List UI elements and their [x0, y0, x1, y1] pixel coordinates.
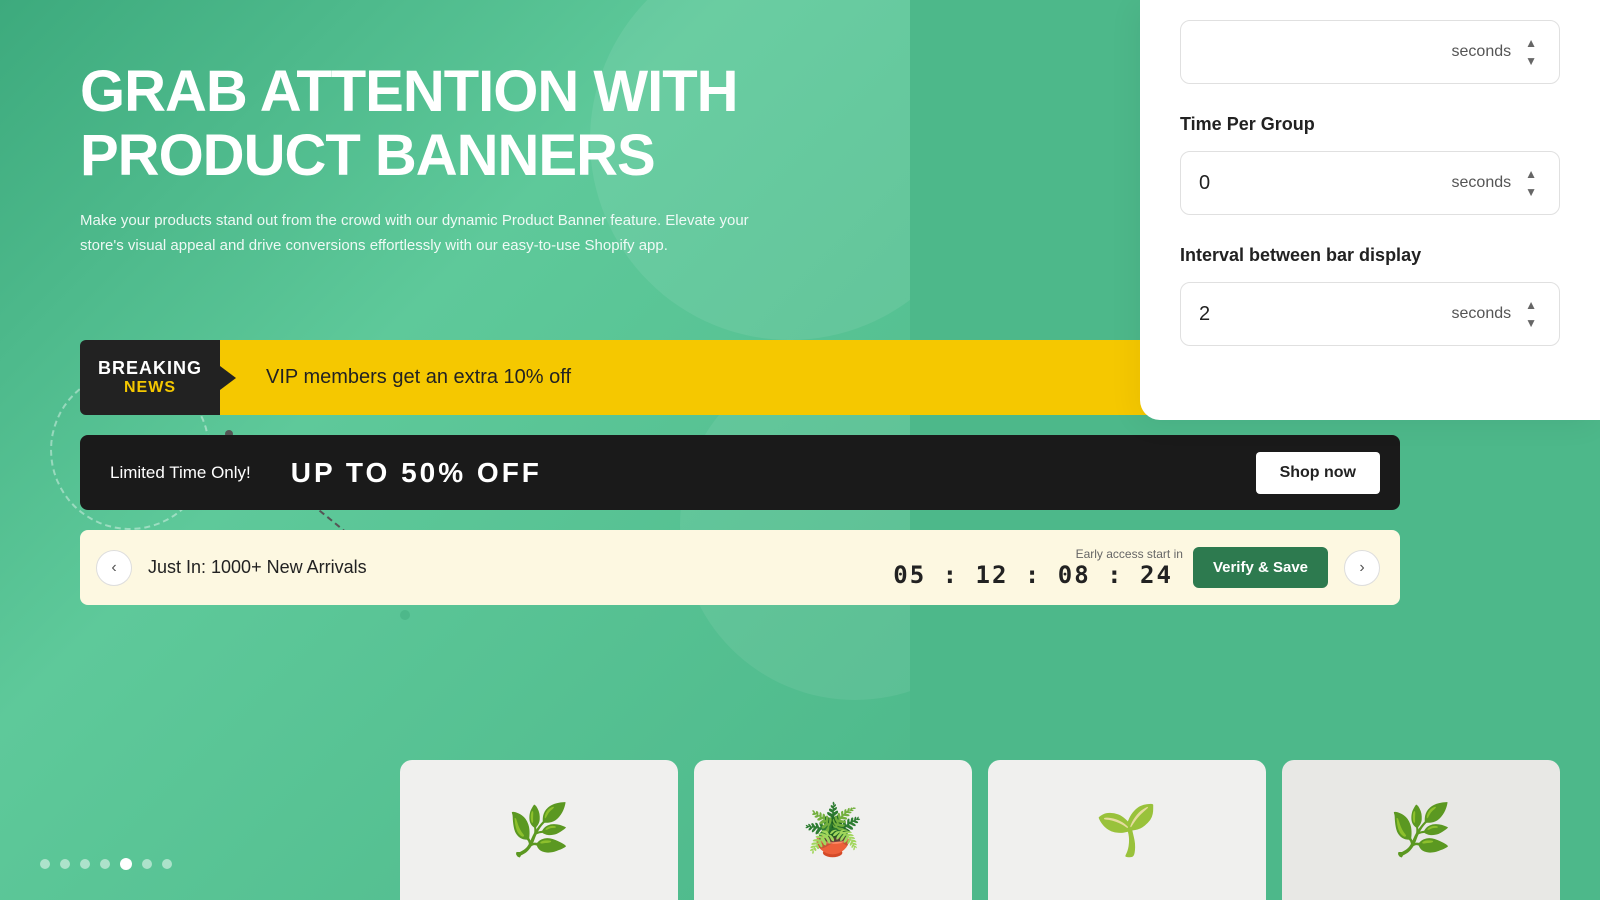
dot-1[interactable]: [40, 859, 50, 869]
shop-now-button[interactable]: Shop now: [1256, 452, 1380, 494]
arrivals-prev-button[interactable]: ‹: [96, 550, 132, 586]
time-per-group-unit: seconds: [1452, 174, 1512, 192]
interval-input-row: 2 seconds ▲ ▼: [1180, 282, 1560, 346]
interval-label: Interval between bar display: [1180, 245, 1560, 266]
dot-4[interactable]: [100, 859, 110, 869]
dot-5-active[interactable]: [120, 858, 132, 870]
sale-title: UP TO 50% OFF: [291, 457, 1256, 489]
time-per-group-spinner: ▲ ▼: [1521, 166, 1541, 200]
breaking-text: BREAKING: [98, 358, 202, 379]
plant-icon-4: 🌿: [1390, 801, 1452, 860]
hero-description: Make your products stand out from the cr…: [80, 208, 760, 259]
settings-panel: seconds ▲ ▼ Time Per Group 0 seconds ▲ ▼…: [1140, 0, 1600, 420]
time-per-group-spinner-down[interactable]: ▼: [1521, 184, 1541, 200]
interval-unit: seconds: [1452, 305, 1512, 323]
time-per-group-spinner-up[interactable]: ▲: [1521, 166, 1541, 182]
main-container: GRAB ATTENTION WITH PRODUCT BANNERS Make…: [0, 0, 1600, 900]
product-card-1: 🌿: [400, 760, 678, 900]
interval-section: Interval between bar display 2 seconds ▲…: [1180, 245, 1560, 346]
arrivals-next-button[interactable]: ›: [1344, 550, 1380, 586]
top-spinner-up[interactable]: ▲: [1521, 35, 1541, 51]
sale-banner: Limited Time Only! UP TO 50% OFF Shop no…: [80, 435, 1400, 510]
plant-icon-1: 🌿: [508, 801, 570, 860]
product-card-3: 🌱: [988, 760, 1266, 900]
dot-3[interactable]: [80, 859, 90, 869]
dot-6[interactable]: [142, 859, 152, 869]
interval-value: 2: [1199, 303, 1452, 326]
interval-spinner-up[interactable]: ▲: [1521, 297, 1541, 313]
top-partial-section: seconds ▲ ▼: [1180, 20, 1560, 84]
arrivals-text: Just In: 1000+ New Arrivals: [148, 557, 893, 578]
interval-spinner-down[interactable]: ▼: [1521, 315, 1541, 331]
top-spinner: ▲ ▼: [1521, 35, 1541, 69]
arrivals-banner: ‹ Just In: 1000+ New Arrivals Early acce…: [80, 530, 1400, 605]
pagination-dots: [40, 858, 172, 870]
news-text: NEWS: [124, 379, 176, 397]
top-spinner-down[interactable]: ▼: [1521, 53, 1541, 69]
top-input-row: seconds ▲ ▼: [1180, 20, 1560, 84]
product-card-4: 🌿: [1282, 760, 1560, 900]
hero-content: GRAB ATTENTION WITH PRODUCT BANNERS Make…: [80, 60, 880, 259]
dot-7[interactable]: [162, 859, 172, 869]
hero-title: GRAB ATTENTION WITH PRODUCT BANNERS: [80, 60, 880, 188]
top-input-unit: seconds: [1452, 43, 1512, 61]
product-card-2: 🪴: [694, 760, 972, 900]
badge-arrow: [220, 366, 236, 390]
interval-spinner: ▲ ▼: [1521, 297, 1541, 331]
breaking-badge: BREAKING NEWS: [80, 340, 220, 415]
time-per-group-value: 0: [1199, 172, 1452, 195]
time-per-group-label: Time Per Group: [1180, 114, 1560, 135]
time-per-group-input-row: 0 seconds ▲ ▼: [1180, 151, 1560, 215]
time-per-group-section: Time Per Group 0 seconds ▲ ▼: [1180, 114, 1560, 215]
countdown-container: Early access start in 05 : 12 : 08 : 24: [893, 547, 1193, 589]
plant-icon-3: 🌱: [1096, 801, 1158, 860]
dot-2[interactable]: [60, 859, 70, 869]
sale-label: Limited Time Only!: [110, 463, 251, 483]
countdown-timer: 05 : 12 : 08 : 24: [893, 561, 1173, 589]
early-access-label: Early access start in: [1076, 547, 1183, 561]
verify-save-button[interactable]: Verify & Save: [1193, 547, 1328, 588]
plant-icon-2: 🪴: [802, 801, 864, 860]
banner-message: VIP members get an extra 10% off: [236, 366, 1158, 389]
products-row: 🌿 🪴 🌱 🌿: [360, 740, 1600, 900]
